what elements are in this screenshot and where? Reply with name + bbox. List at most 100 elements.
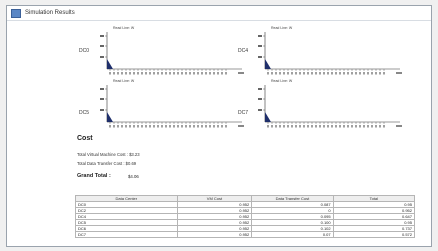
x-tick-label-29 xyxy=(225,72,227,75)
x-tick-label-17 xyxy=(177,72,179,75)
x-tick-label-22 xyxy=(355,72,357,75)
x-tick-label-16 xyxy=(331,125,333,128)
x-tick-label-8 xyxy=(141,72,143,75)
y-tick-label-2 xyxy=(100,56,104,58)
y-tick-label-2 xyxy=(100,109,104,111)
x-tick-label-12 xyxy=(157,72,159,75)
table-row[interactable]: DC7 0.952 0.07 0.572 xyxy=(75,231,416,238)
x-tick-label-19 xyxy=(343,72,345,75)
x-tick-label-13 xyxy=(319,72,321,75)
x-tick-label-19 xyxy=(343,125,345,128)
y-tick-label-1 xyxy=(100,45,104,47)
x-tick-label-29 xyxy=(383,125,385,128)
y-tick-label-0 xyxy=(258,35,262,37)
x-tick-label-15 xyxy=(327,72,329,75)
x-tick-label-5 xyxy=(129,125,131,128)
x-axis-label xyxy=(396,72,402,74)
x-tick-label-0 xyxy=(267,125,269,128)
window-title: Simulation Results xyxy=(25,10,75,16)
x-tick-label-26 xyxy=(213,72,215,75)
app-window-icon xyxy=(11,8,21,18)
x-axis-label xyxy=(396,125,402,127)
chart-legend-label: Read Line: W xyxy=(113,79,135,83)
x-tick-label-15 xyxy=(169,72,171,75)
chart-dc0: Read Line: W xyxy=(97,24,247,79)
y-tick-label-1 xyxy=(100,98,104,100)
x-tick-label-17 xyxy=(335,125,337,128)
x-tick-label-21 xyxy=(351,125,353,128)
x-tick-label-28 xyxy=(379,72,381,75)
x-tick-label-3 xyxy=(279,72,281,75)
x-tick-label-8 xyxy=(141,125,143,128)
x-tick-label-24 xyxy=(205,125,207,128)
x-tick-label-3 xyxy=(279,125,281,128)
y-tick-label-0 xyxy=(258,88,262,90)
x-tick-label-14 xyxy=(323,72,325,75)
x-tick-label-21 xyxy=(351,72,353,75)
chart-plot-dc0: Read Line: W xyxy=(100,26,244,75)
chart-plot-dc5: Read Line: W xyxy=(100,79,244,128)
x-tick-label-17 xyxy=(335,72,337,75)
x-tick-label-5 xyxy=(287,125,289,128)
x-tick-label-23 xyxy=(359,125,361,128)
x-tick-label-5 xyxy=(129,72,131,75)
x-tick-label-26 xyxy=(371,125,373,128)
x-tick-label-20 xyxy=(189,125,191,128)
chart-legend-label: Read Line: W xyxy=(271,26,293,30)
y-tick-label-0 xyxy=(100,88,104,90)
x-tick-label-24 xyxy=(205,72,207,75)
x-tick-label-25 xyxy=(209,72,211,75)
y-tick-label-0 xyxy=(100,35,104,37)
results-table-body: DC0 0.952 0.087 0.95 DC2 0.952 0 0.952 DC4 0.952 0… xyxy=(75,201,416,238)
x-axis-label xyxy=(238,125,244,127)
x-tick-label-27 xyxy=(375,125,377,128)
y-tick-label-2 xyxy=(258,56,262,58)
x-tick-label-3 xyxy=(121,125,123,128)
chart-dc5: Read Line: W xyxy=(97,77,247,132)
x-tick-label-25 xyxy=(367,72,369,75)
x-tick-label-29 xyxy=(383,72,385,75)
chart-label-dc0: DC0 xyxy=(79,48,90,54)
x-tick-label-29 xyxy=(225,125,227,128)
y-tick-label-1 xyxy=(258,98,262,100)
x-tick-label-2 xyxy=(275,72,277,75)
x-tick-label-4 xyxy=(125,125,127,128)
x-tick-label-28 xyxy=(379,125,381,128)
x-tick-label-2 xyxy=(117,125,119,128)
results-content: DC0 Read Line: W DC4 Read Line: W DC5 Re… xyxy=(7,21,431,246)
x-tick-label-7 xyxy=(137,125,139,128)
chart-dc4: Read Line: W xyxy=(255,24,405,79)
x-tick-label-18 xyxy=(181,72,183,75)
x-tick-label-13 xyxy=(161,125,163,128)
x-tick-label-24 xyxy=(363,72,365,75)
table-cell: 0.07 xyxy=(251,231,334,238)
x-tick-label-12 xyxy=(157,125,159,128)
x-tick-label-14 xyxy=(165,125,167,128)
x-tick-label-23 xyxy=(359,72,361,75)
x-tick-label-1 xyxy=(271,72,273,75)
series-area xyxy=(107,112,113,122)
x-tick-label-20 xyxy=(189,72,191,75)
x-tick-label-2 xyxy=(117,72,119,75)
series-area xyxy=(107,59,113,69)
x-tick-label-19 xyxy=(185,125,187,128)
x-tick-label-14 xyxy=(323,125,325,128)
x-tick-label-22 xyxy=(197,125,199,128)
x-tick-label-15 xyxy=(169,125,171,128)
x-tick-label-26 xyxy=(213,125,215,128)
x-tick-label-10 xyxy=(149,125,151,128)
x-tick-label-10 xyxy=(149,72,151,75)
chart-label-dc4: DC4 xyxy=(238,48,249,54)
x-tick-label-13 xyxy=(161,72,163,75)
x-tick-label-19 xyxy=(185,72,187,75)
x-tick-label-28 xyxy=(221,72,223,75)
x-tick-label-6 xyxy=(291,72,293,75)
grand-total-label: Grand Total : xyxy=(77,173,111,179)
chart-dc7: Read Line: W xyxy=(255,77,405,132)
chart-plot-dc7: Read Line: W xyxy=(258,79,402,128)
series-area xyxy=(265,112,271,122)
x-tick-label-3 xyxy=(121,72,123,75)
cost-heading: Cost xyxy=(77,135,93,142)
x-tick-label-10 xyxy=(307,72,309,75)
x-tick-label-6 xyxy=(133,72,135,75)
